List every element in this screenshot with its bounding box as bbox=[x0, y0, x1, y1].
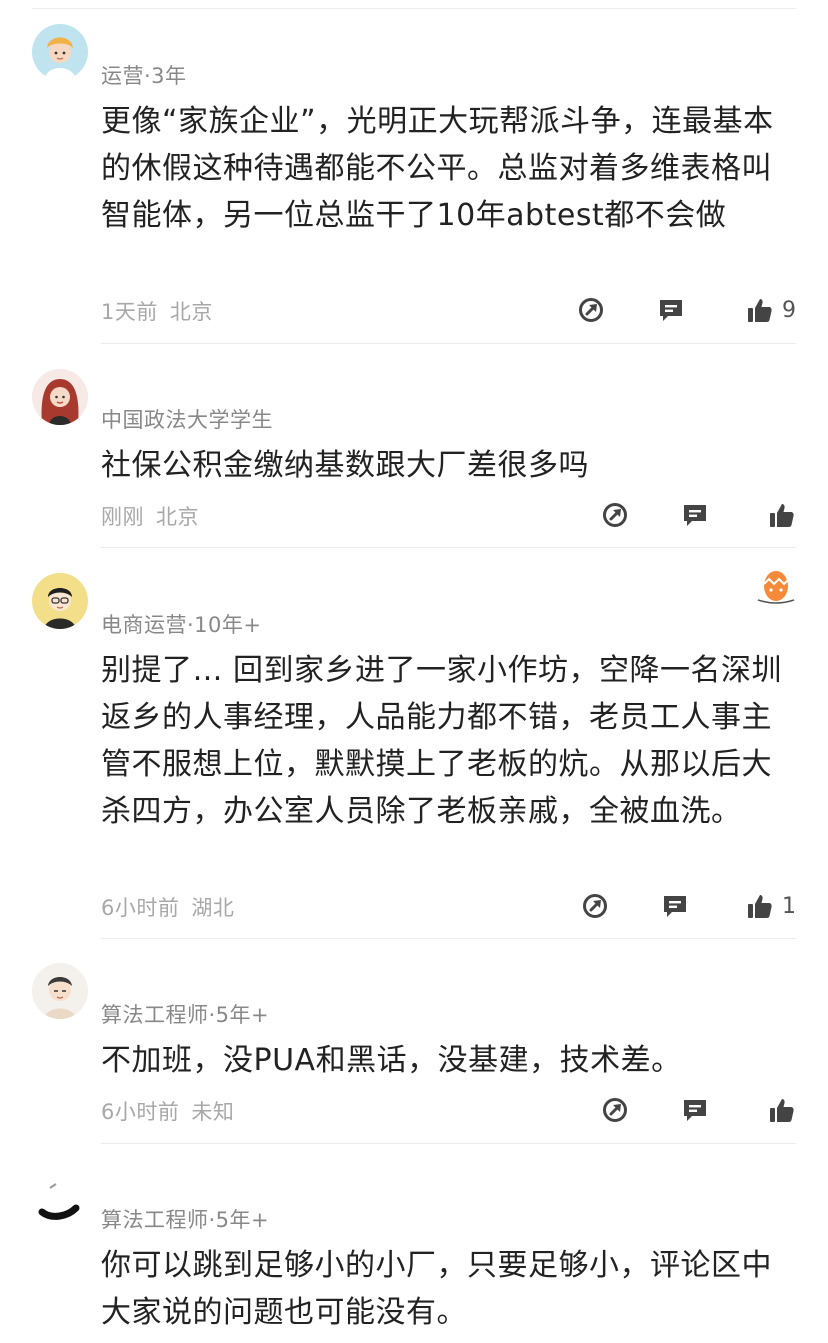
share-button[interactable] bbox=[581, 892, 609, 920]
thumbs-up-icon bbox=[748, 299, 772, 322]
author-meta: 算法工程师·5年+ bbox=[101, 1003, 270, 1027]
share-arrow-icon bbox=[603, 503, 627, 527]
reply-button[interactable] bbox=[657, 296, 685, 324]
comment-footer: 6小时前 湖北 1 bbox=[101, 890, 796, 922]
like-count: 9 bbox=[782, 297, 796, 323]
reply-button[interactable] bbox=[661, 892, 689, 920]
author-meta: 算法工程师·5年+ bbox=[101, 1208, 270, 1232]
time-location: 6小时前 未知 bbox=[101, 1096, 234, 1126]
comment-location: 湖北 bbox=[191, 896, 235, 920]
share-button[interactable] bbox=[601, 501, 629, 529]
comment-time: 1天前 bbox=[101, 300, 158, 324]
share-arrow-icon bbox=[579, 298, 603, 322]
comment-location: 未知 bbox=[191, 1100, 235, 1124]
comment-bubble-icon bbox=[684, 505, 706, 526]
like-button[interactable]: 1 bbox=[746, 892, 796, 920]
reply-button[interactable] bbox=[681, 1096, 709, 1124]
comment-footer: 1天前 北京 9 bbox=[101, 294, 796, 326]
like-button[interactable]: 9 bbox=[746, 296, 796, 324]
comment-bubble-icon bbox=[660, 300, 682, 321]
like-button[interactable] bbox=[768, 501, 796, 529]
divider bbox=[101, 938, 796, 939]
time-location: 6小时前 湖北 bbox=[101, 892, 234, 922]
thumbs-up-icon bbox=[770, 1099, 794, 1122]
avatar[interactable] bbox=[32, 369, 88, 425]
divider bbox=[101, 343, 796, 344]
time-location: 1天前 北京 bbox=[101, 296, 213, 326]
comment-footer: 刚刚 北京 bbox=[101, 499, 796, 531]
egg-badge-icon bbox=[756, 568, 796, 604]
comment-footer: 6小时前 未知 bbox=[101, 1094, 796, 1126]
reply-button[interactable] bbox=[681, 501, 709, 529]
time-location: 刚刚 北京 bbox=[101, 501, 199, 531]
comment-bubble-icon bbox=[664, 896, 686, 917]
share-button[interactable] bbox=[577, 296, 605, 324]
comment-text: 更像“家族企业”，光明正大玩帮派斗争，连最基本的休假这种待遇都能不公平。总监对着… bbox=[101, 104, 774, 233]
comment-text: 不加班，没PUA和黑话，没基建，技术差。 bbox=[101, 1043, 682, 1078]
top-divider bbox=[32, 8, 796, 9]
comment-time: 6小时前 bbox=[101, 1100, 180, 1124]
author-meta: 运营·3年 bbox=[101, 64, 187, 88]
thumbs-up-icon bbox=[748, 895, 772, 918]
divider bbox=[101, 547, 796, 548]
avatar[interactable] bbox=[32, 573, 88, 629]
comment-bubble-icon bbox=[684, 1100, 706, 1121]
avatar[interactable] bbox=[32, 24, 88, 80]
like-count: 1 bbox=[782, 893, 796, 919]
author-meta: 电商运营·10年+ bbox=[101, 613, 262, 637]
comment-text: 你可以跳到足够小的小厂，只要足够小，评论区中大家说的问题也可能没有。 bbox=[101, 1248, 772, 1330]
comment-text: 别提了… 回到家乡进了一家小作坊，空降一名深圳返乡的人事经理，人品能力都不错，老… bbox=[101, 653, 783, 829]
comment-location: 北京 bbox=[156, 505, 199, 529]
comment-time: 刚刚 bbox=[101, 505, 144, 529]
share-button[interactable] bbox=[601, 1096, 629, 1124]
thumbs-up-icon bbox=[770, 504, 794, 527]
avatar[interactable] bbox=[32, 1168, 88, 1224]
like-button[interactable] bbox=[768, 1096, 796, 1124]
share-arrow-icon bbox=[603, 1098, 627, 1122]
avatar[interactable] bbox=[32, 963, 88, 1019]
comment-text: 社保公积金缴纳基数跟大厂差很多吗 bbox=[101, 448, 589, 483]
comment-time: 6小时前 bbox=[101, 896, 180, 920]
author-meta: 中国政法大学学生 bbox=[101, 408, 273, 432]
share-arrow-icon bbox=[583, 894, 607, 918]
comment-location: 北京 bbox=[169, 300, 213, 324]
divider bbox=[101, 1143, 796, 1144]
